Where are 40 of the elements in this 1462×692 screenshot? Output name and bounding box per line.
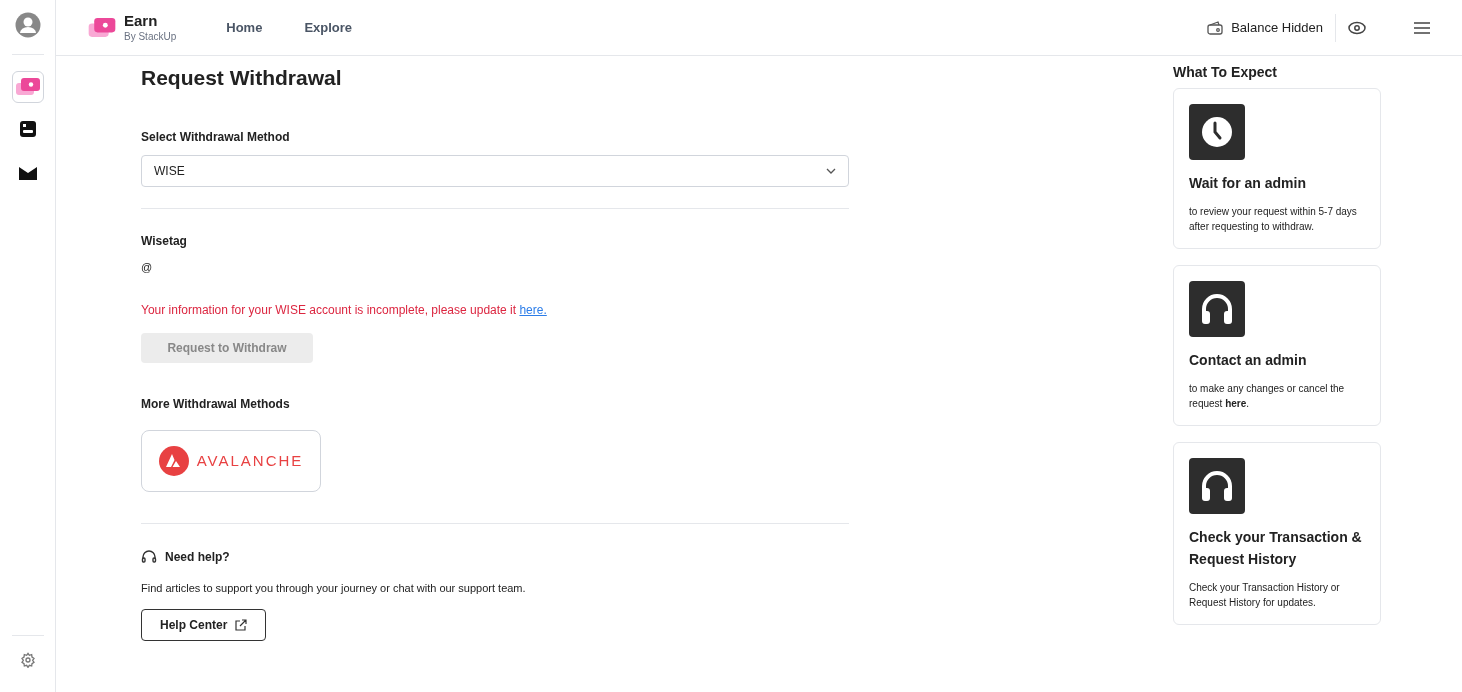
card-title: Contact an admin xyxy=(1189,351,1308,370)
field-label: Wisetag xyxy=(141,232,188,250)
headphones-icon xyxy=(1189,281,1245,337)
balance-status: Balance Hidden xyxy=(1231,18,1323,37)
help-title: Need help? xyxy=(165,549,230,566)
card-text: Check your Transaction History or Request History for updates. xyxy=(1189,581,1341,610)
brand-name: Earn xyxy=(124,11,159,31)
brand-subtitle: By StackUp xyxy=(124,30,177,44)
card-text: to make any changes or cancel the request here. xyxy=(1189,382,1346,411)
wallet-icon xyxy=(1207,20,1224,35)
avatar-icon[interactable] xyxy=(14,12,41,38)
menu-icon[interactable] xyxy=(1414,21,1430,34)
external-link-icon xyxy=(235,618,248,631)
section-label: More Withdrawal Methods xyxy=(141,396,291,413)
settings-icon[interactable] xyxy=(19,652,36,668)
nav-link[interactable]: Explore xyxy=(304,17,353,38)
help-text: Find articles to support you through your journey or chat with our support team. xyxy=(141,581,527,596)
card-text: to review your request within 5-7 days after requesting to withdraw. xyxy=(1189,205,1358,234)
help-center-button[interactable]: Help Center xyxy=(141,608,267,641)
page-title: Request Withdrawal xyxy=(141,65,343,91)
avalanche-option[interactable]: AVALANCHE xyxy=(141,430,321,492)
method-select[interactable]: WISE xyxy=(141,154,849,187)
clock-icon xyxy=(1189,104,1245,160)
nav-link[interactable]: Home xyxy=(226,17,263,38)
card-title: Wait for an admin xyxy=(1189,174,1307,193)
headphones-icon xyxy=(1189,458,1245,514)
chevron-icon xyxy=(826,167,836,174)
section-title: What To Expect xyxy=(1173,63,1278,82)
ticket-icon xyxy=(15,78,40,96)
wisetag-value: @ xyxy=(141,259,154,275)
avalanche-logo-icon xyxy=(158,446,189,476)
eye-icon[interactable] xyxy=(1348,20,1366,35)
card-icon xyxy=(18,120,37,138)
card-title: Check your Transaction & Request History xyxy=(1189,528,1363,569)
headset-icon xyxy=(141,549,157,565)
logo-icon xyxy=(88,17,116,38)
error-message: Your information for your WISE account is incomplete, please update it here. xyxy=(141,302,548,319)
update-link[interactable]: here. xyxy=(519,303,547,317)
field-label: Select Withdrawal Method xyxy=(141,128,291,146)
mail-icon xyxy=(17,165,38,181)
